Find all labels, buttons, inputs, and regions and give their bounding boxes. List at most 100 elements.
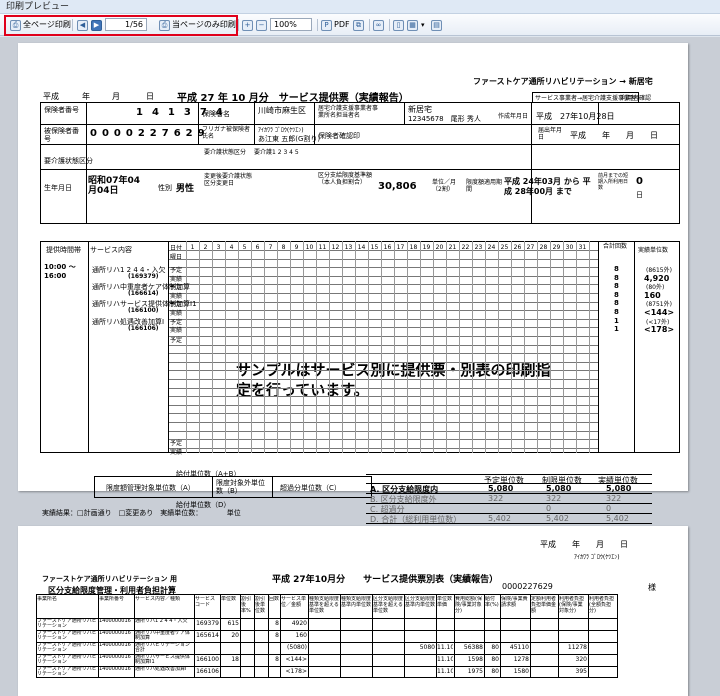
p2-insured-no: 0000227629 [502,582,553,591]
p2-column-header: 定額利用者負担単価金額 [531,596,557,614]
change-label: 変更後要介護状態区分変更日 [204,173,253,187]
single-page-button[interactable]: ▯ [393,18,404,32]
summary-v2: 5,402 [546,514,569,523]
p2-cell: 1400000016 [99,631,131,636]
limit-value: 30,806 [378,181,417,192]
summary-v1: 322 [488,494,504,503]
preview-page-2: 平成 年 月 日 ｱｲｶﾜﾗ ｺﾞﾛｳ(ｹﾂｴﾝ) ファーストケア通所リハビリテ… [18,526,688,696]
service-total: 1 [614,325,619,334]
p2-cell [531,619,557,629]
p2-cell: 11.10 [437,656,453,663]
p2-column-header: 事業所番号 [99,596,125,602]
p2-cell [195,643,219,653]
copy-button[interactable]: ⧉ [353,18,364,32]
dob-value: 昭和07年04月04日 [88,176,141,196]
sex-label: 性別 [158,184,172,192]
p2-cell: 1580 [513,668,529,675]
p2-cell: 80 [491,644,499,651]
created-label: 作成年月日 [498,113,529,120]
pdf-label: PDF [334,20,350,29]
p2-cell: 18 [231,656,239,663]
plan-label: 予定 [170,337,183,344]
p2-cell [241,619,253,629]
time-range: 10:00 ～ 16:00 [44,263,76,280]
copy-icon: ⧉ [353,20,364,31]
p2-cell: 通所リハサービス提供体制加算Ⅰ1 [135,655,191,665]
summary-v2: 5,080 [546,484,572,493]
page-layout-dropdown[interactable]: ▾ [421,18,425,32]
p2-cell: 4920 [291,620,307,627]
next-page-button[interactable]: ▶ [91,18,102,32]
prev-label: 前月までの短期入所利用日数 [598,173,629,191]
p2-cell [241,667,253,677]
preview-area[interactable]: ファーストケア通所リハビリテーション → 新居宅 サービス事業者→居宅介護支援事… [0,37,720,696]
prev-unit: 日 [636,191,643,199]
day-label: 日 [146,92,154,101]
p2-cell [455,631,483,641]
prev-page-button[interactable]: ◀ [77,18,88,32]
summary-v3: 322 [606,494,622,503]
confirm-label: 保険者確認印 [318,132,360,140]
zoom-out-button[interactable]: − [256,18,267,32]
p2-cell [373,643,403,653]
p2-cell [531,655,557,665]
p2-cell: 395 [575,668,587,675]
multi-page-button[interactable]: ▦ [407,18,418,32]
p2-cell [373,619,403,629]
actual-label: 実績 [170,448,183,456]
p2-column-header: 利用者負担(保険/事業対象分) [559,596,585,614]
service-total: 8 [614,282,619,291]
limit-unit: 単位／月（2割） [432,179,457,193]
p2-date-line: 平成 年 月 日 [540,540,628,549]
zoom-in-button[interactable]: + [242,18,253,32]
p2-cell [485,619,499,629]
print-all-button[interactable]: ⎙ 全ページ印刷 [10,18,71,32]
settings-icon: ▤ [431,20,442,31]
p2-cell: 1400000016 [99,667,131,672]
prev-page-icon: ◀ [77,20,88,31]
service-total: 8 [614,308,619,316]
summary-v3: 0 [606,504,612,513]
p2-heading: 平成 27年10月分 サービス提供票別表（実績報告） [272,575,499,585]
p2-cell: <144> [285,656,307,663]
settings-button[interactable]: ▤ [431,18,442,32]
page-number-input[interactable]: 1/56 [105,18,147,32]
p2-cell [589,631,617,641]
print-all-label: 全ページ印刷 [23,20,71,29]
p2-cell: ファーストケア通所リハビリテーション [37,619,97,629]
p2-cell [309,667,339,677]
summary-v1: 5,402 [488,514,511,523]
p2-cell [309,643,339,653]
p2-cell [269,643,279,653]
total-label: 合計回数 [603,243,628,250]
p2-cell: ファーストケア通所リハビリテーション [37,667,97,677]
pdf-button[interactable]: P PDF [321,18,350,32]
p2-cell: 11278 [567,644,587,651]
p2-column-header: 区分支給限度基準を超える単位数 [373,596,403,614]
care-level-label: 要介護状態区分 [44,157,93,165]
binoculars-icon: ∞ [373,20,384,31]
summary-row: D. 合計（総利用単位数） 5,402 5,402 5,402 [366,514,652,524]
p2-cell: 通所リハビリテーション合計 [135,643,190,653]
p2-cell: 通所リハ処遇改善加算Ⅰ [135,667,187,672]
month-label: 月 [112,92,120,101]
multi-page-icon: ▦ [407,20,418,31]
service-code: (169379) [128,273,159,280]
zoom-select[interactable]: 100% [270,18,312,32]
limit-mgmt-label: 限度額管理対象単位数（A） [106,484,195,492]
notify-label: 届出年月日 [538,127,563,141]
print-current-page-button[interactable]: ⎙ 当ページのみ印刷 [159,18,236,32]
p2-cell: 165614 [196,632,219,639]
p2-cell [437,619,453,629]
p2-cell: 160 [295,632,307,639]
p2-column-header: 保険/事業費請求額 [501,596,528,608]
p2-cell [255,631,267,641]
p2-cell: 166106 [196,668,219,675]
p2-cell [255,619,267,629]
p2-column-header: 割引後率% [241,596,252,614]
find-button[interactable]: ∞ [373,18,384,32]
p2-column-header: 種類支給限度基準を超える単位数 [309,596,339,614]
p2-cell: 169379 [196,620,219,627]
summary-v2: 0 [546,504,552,513]
service-code: (166614) [128,290,159,298]
